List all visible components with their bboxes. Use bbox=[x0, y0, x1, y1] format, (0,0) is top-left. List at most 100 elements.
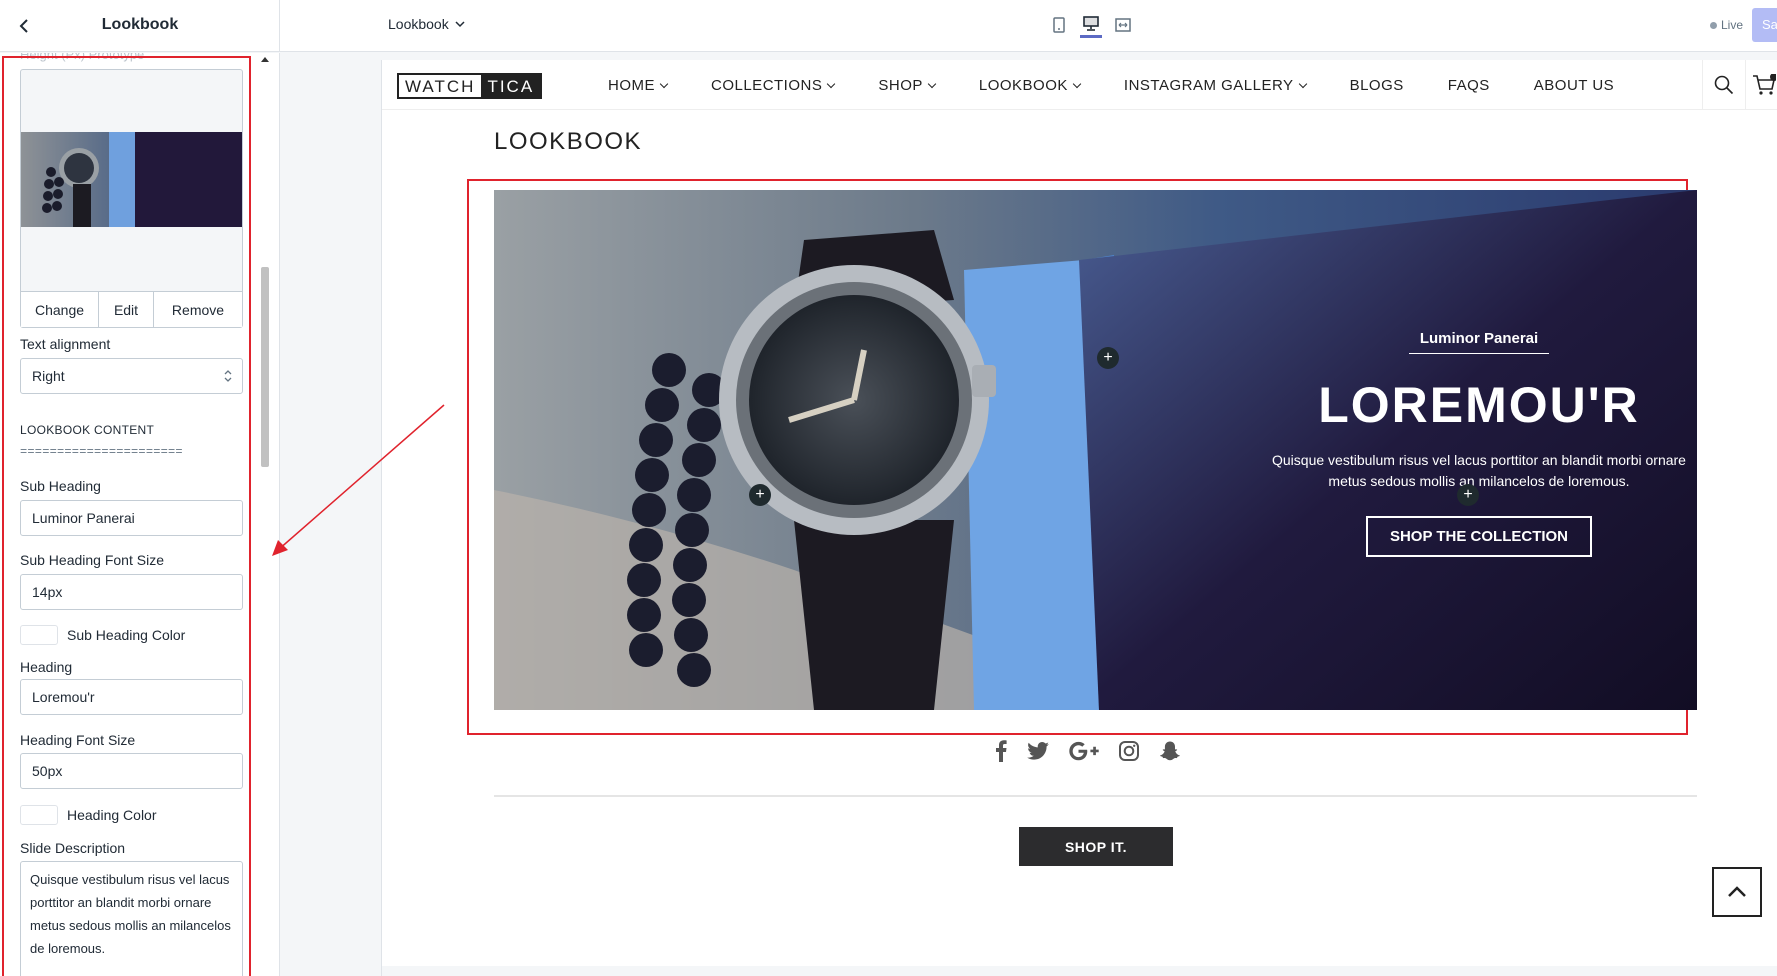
divider bbox=[494, 795, 1697, 797]
heading-label: Heading bbox=[20, 659, 73, 675]
instagram-icon[interactable] bbox=[1119, 741, 1139, 761]
select-arrows-icon bbox=[224, 370, 232, 382]
image-picker: Change Edit Remove bbox=[20, 69, 243, 328]
store-navbar: WATCH TICA HOME COLLECTIONS SHOP LOOKBOO… bbox=[382, 60, 1777, 110]
edit-image-button[interactable]: Edit bbox=[99, 292, 154, 327]
sidebar-title: Lookbook bbox=[101, 16, 179, 33]
device-switcher bbox=[1048, 12, 1134, 38]
desktop-icon bbox=[1083, 16, 1099, 31]
chevron-down-icon bbox=[659, 79, 669, 88]
twitter-icon[interactable] bbox=[1027, 742, 1049, 760]
social-links bbox=[995, 740, 1181, 762]
sub-heading-size-label: Sub Heading Font Size bbox=[20, 552, 164, 568]
image-actions: Change Edit Remove bbox=[21, 291, 242, 327]
chevron-up-icon bbox=[1728, 886, 1746, 897]
template-selector[interactable]: Lookbook bbox=[388, 16, 465, 32]
color-swatch[interactable] bbox=[20, 805, 58, 825]
scroll-up-arrow-icon[interactable] bbox=[261, 57, 269, 62]
google-plus-icon[interactable] bbox=[1069, 741, 1099, 761]
fullscreen-icon bbox=[1115, 18, 1131, 32]
remove-image-button[interactable]: Remove bbox=[154, 292, 242, 327]
nav-item-home[interactable]: HOME bbox=[608, 77, 669, 94]
text-alignment-value: Right bbox=[32, 368, 65, 384]
text-alignment-label: Text alignment bbox=[20, 336, 111, 352]
color-swatch[interactable] bbox=[20, 625, 58, 645]
section-divider: ====================== bbox=[20, 445, 183, 459]
search-icon bbox=[1714, 75, 1734, 95]
cart-button[interactable] bbox=[1752, 60, 1777, 110]
hotspot-plus-icon[interactable]: + bbox=[749, 484, 771, 506]
chevron-down-icon bbox=[1298, 79, 1307, 88]
nav-item-label: HOME bbox=[608, 77, 655, 94]
nav-item-shop[interactable]: SHOP bbox=[878, 77, 937, 94]
slide-description-textarea[interactable]: Quisque vestibulum risus vel lacus portt… bbox=[20, 861, 243, 976]
chevron-down-icon bbox=[927, 79, 937, 88]
nav-item-label: BLOGS bbox=[1349, 77, 1404, 94]
search-button[interactable] bbox=[1702, 60, 1746, 110]
editor-topbar: Lookbook Lookbook Live Sa bbox=[0, 0, 1777, 52]
page-title: LOOKBOOK bbox=[494, 128, 643, 155]
status-dot bbox=[1710, 21, 1717, 29]
text-alignment-select[interactable]: Right bbox=[20, 358, 243, 394]
logo-text-tica: TICA bbox=[481, 75, 541, 97]
mobile-icon bbox=[1053, 17, 1065, 33]
fullwidth-view-button[interactable] bbox=[1112, 12, 1134, 38]
store-preview: WATCH TICA HOME COLLECTIONS SHOP LOOKBOO… bbox=[381, 60, 1777, 976]
heading-input[interactable] bbox=[20, 679, 243, 715]
slide-description-label: Slide Description bbox=[20, 840, 126, 856]
chevron-down-icon bbox=[1072, 79, 1082, 88]
nav-item-about-us[interactable]: ABOUT US bbox=[1534, 77, 1614, 94]
nav-item-label: LOOKBOOK bbox=[978, 77, 1068, 94]
change-image-button[interactable]: Change bbox=[21, 292, 99, 327]
sub-heading-color-picker[interactable]: Sub Heading Color bbox=[20, 625, 185, 645]
sub-heading-label: Sub Heading bbox=[20, 478, 101, 494]
cart-icon bbox=[1753, 74, 1776, 95]
chevron-down-icon bbox=[455, 20, 465, 27]
banner-text-block: Luminor Panerai LOREMOU'R Quisque vestib… bbox=[1264, 330, 1694, 557]
nav-item-instagram-gallery[interactable]: INSTAGRAM GALLERY bbox=[1123, 77, 1307, 94]
banner-description: Quisque vestibulum risus vel lacus portt… bbox=[1272, 452, 1686, 489]
lookbook-content-heading: LOOKBOOK CONTENT bbox=[20, 423, 155, 437]
image-field-label: Height (Px) Prototype bbox=[20, 53, 145, 62]
live-status: Live bbox=[1710, 18, 1743, 32]
banner-heading: LOREMOU'R bbox=[1318, 377, 1640, 433]
image-thumbnail[interactable] bbox=[21, 132, 242, 227]
heading-color-picker[interactable]: Heading Color bbox=[20, 805, 157, 825]
sub-heading-size-input[interactable] bbox=[20, 574, 243, 610]
settings-sidebar: Height (Px) Prototype Change Edit Remove… bbox=[0, 53, 280, 976]
back-to-top-button[interactable] bbox=[1712, 867, 1762, 917]
main-menu: HOME COLLECTIONS SHOP LOOKBOOK INSTAGRAM… bbox=[608, 77, 1658, 94]
shop-it-button[interactable]: SHOP IT. bbox=[1019, 827, 1173, 866]
facebook-icon[interactable] bbox=[995, 740, 1007, 762]
nav-item-label: COLLECTIONS bbox=[711, 77, 823, 94]
logo-text-watch: WATCH bbox=[399, 75, 482, 97]
heading-size-input[interactable] bbox=[20, 753, 243, 789]
hotspot-plus-icon[interactable]: + bbox=[1457, 484, 1479, 506]
banner-sub-heading: Luminor Panerai bbox=[1409, 330, 1549, 354]
nav-item-lookbook[interactable]: LOOKBOOK bbox=[978, 77, 1082, 94]
snapchat-icon[interactable] bbox=[1159, 741, 1181, 761]
annotation-arrow-icon bbox=[272, 404, 445, 556]
live-label: Live bbox=[1721, 18, 1744, 32]
shop-collection-button[interactable]: SHOP THE COLLECTION bbox=[1365, 516, 1593, 557]
heading-size-label: Heading Font Size bbox=[20, 732, 136, 748]
nav-item-label: FAQS bbox=[1447, 77, 1490, 94]
nav-item-blogs[interactable]: BLOGS bbox=[1350, 77, 1404, 94]
nav-item-label: INSTAGRAM GALLERY bbox=[1123, 77, 1294, 94]
template-selector-label: Lookbook bbox=[388, 16, 449, 32]
nav-item-label: ABOUT US bbox=[1533, 77, 1615, 94]
footer-strip bbox=[382, 966, 1777, 976]
desktop-view-button[interactable] bbox=[1080, 12, 1102, 38]
heading-color-label: Heading Color bbox=[67, 807, 157, 823]
hotspot-plus-icon[interactable]: + bbox=[1097, 347, 1119, 369]
nav-item-faqs[interactable]: FAQS bbox=[1448, 77, 1490, 94]
save-button[interactable]: Sa bbox=[1752, 8, 1777, 42]
nav-item-label: SHOP bbox=[878, 77, 923, 94]
sidebar-header: Lookbook bbox=[0, 0, 280, 52]
store-logo[interactable]: WATCH TICA bbox=[397, 73, 543, 99]
chevron-down-icon bbox=[827, 79, 836, 88]
sub-heading-input[interactable] bbox=[20, 500, 243, 536]
nav-item-collections[interactable]: COLLECTIONS bbox=[711, 77, 836, 94]
lookbook-banner: Luminor Panerai LOREMOU'R Quisque vestib… bbox=[494, 190, 1697, 710]
mobile-view-button[interactable] bbox=[1048, 12, 1070, 38]
